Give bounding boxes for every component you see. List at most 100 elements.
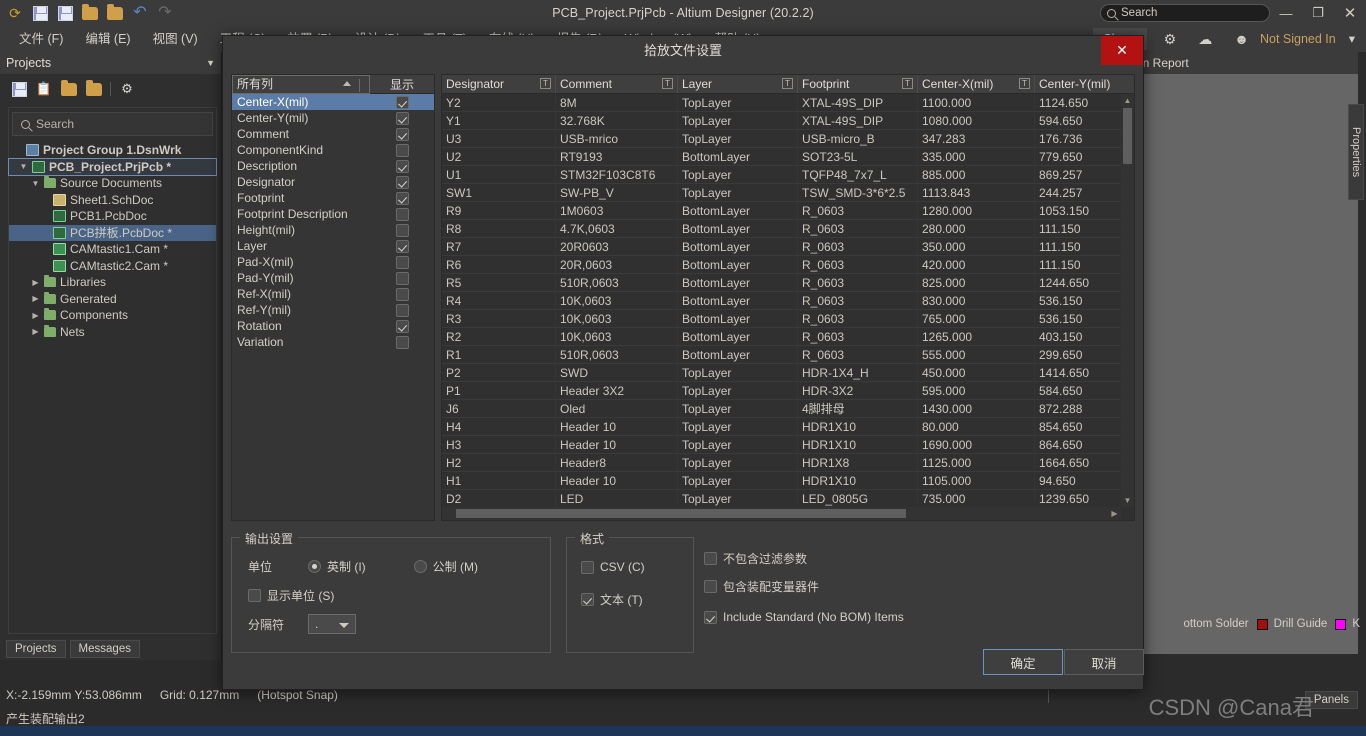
column-show-checkbox[interactable] [395,175,409,189]
column-show-checkbox[interactable] [395,127,409,141]
grid-row[interactable]: D2 LED TopLayer LED_0805G 735.000 1239.650 [442,490,1121,507]
layer-tab-drill-guide[interactable]: Drill Guide [1256,618,1327,630]
menu-view[interactable]: 视图 (V) [142,26,209,52]
include-variant-components-checkbox[interactable] [704,580,717,593]
grid-row[interactable]: R5 510R,0603 BottomLayer R_0603 825.000 1244.… [442,274,1121,292]
column-show-checkbox[interactable] [395,319,409,333]
undo-icon[interactable]: ↶ [129,2,151,24]
grid-row[interactable]: R3 10K,0603 BottomLayer R_0603 765.000 536.15… [442,310,1121,328]
format-csv-checkbox[interactable] [581,560,594,574]
grid-row[interactable]: H3 Header 10 TopLayer HDR1X10 1690.000 864.65… [442,436,1121,454]
open-recent-icon[interactable]: ⟳ [4,2,26,24]
column-row-pad-y[interactable]: Pad-Y(mil) [232,270,434,286]
column-row-footprint[interactable]: Footprint [232,190,434,206]
column-row-componentkind[interactable]: ComponentKind [232,142,434,158]
column-show-checkbox[interactable] [395,287,409,301]
column-show-checkbox[interactable] [395,271,409,285]
column-show-checkbox[interactable] [395,159,409,173]
save-icon[interactable] [10,80,28,98]
project-options-icon[interactable] [85,79,103,98]
grid-row[interactable]: Y2 8M TopLayer XTAL-49S_DIP 1100.000 1124.650 [442,94,1121,112]
column-row-center-x[interactable]: Center-X(mil) [232,94,434,110]
grid-row[interactable]: R4 10K,0603 BottomLayer R_0603 830.000 536.15… [442,292,1121,310]
filter-icon[interactable]: T [782,78,793,89]
tree-item-source-documents[interactable]: ▼ Source Documents [9,175,216,192]
twisty-icon[interactable]: ▶ [31,294,40,303]
grid-column-header[interactable]: Center-Y(mil) [1035,75,1134,93]
tree-item-generated[interactable]: ▶ Generated [9,291,216,308]
column-row-layer[interactable]: Layer [232,238,434,254]
tab-projects[interactable]: Projects [6,640,66,658]
column-row-designator[interactable]: Designator [232,174,434,190]
tree-item-components[interactable]: ▶ Components [9,307,216,324]
save-icon[interactable] [29,2,51,24]
grid-row[interactable]: H1 Header 10 TopLayer HDR1X10 1105.000 94.650 [442,472,1121,490]
grid-row[interactable]: J6 Oled TopLayer 4脚排母 1430.000 872.288 [442,400,1121,418]
account-label[interactable]: Not Signed In [1260,26,1347,52]
column-row-ref-x[interactable]: Ref-X(mil) [232,286,434,302]
copy-icon[interactable]: 📋 [35,80,53,98]
tree-item-pcb-panel-pcbdoc[interactable]: PCB拼板.PcbDoc * [9,224,216,241]
filter-icon[interactable]: T [1019,78,1030,89]
tree-item-libraries[interactable]: ▶ Libraries [9,274,216,291]
grid-horizontal-scrollbar[interactable]: ▶ [442,507,1121,520]
include-variant-components-row[interactable]: 包含装配变量器件 [704,571,904,602]
tree-item-nets[interactable]: ▶ Nets [9,324,216,341]
column-show-checkbox[interactable] [395,255,409,269]
vertical-scroll-thumb[interactable] [1123,108,1132,164]
unit-imperial-radio[interactable] [308,560,321,573]
column-show-checkbox[interactable] [395,111,409,125]
twisty-icon[interactable]: ▶ [31,278,40,287]
scroll-up-icon[interactable]: ▲ [1121,94,1134,107]
tree-item-camtastic2[interactable]: CAMtastic2.Cam * [9,258,216,275]
twisty-icon[interactable]: ▶ [31,327,40,336]
layer-tab-bottom-solder[interactable]: ottom Solder [1183,618,1248,630]
scroll-down-icon[interactable]: ▼ [1121,494,1134,507]
column-row-height[interactable]: Height(mil) [232,222,434,238]
sort-ascending-icon[interactable] [343,80,351,86]
grid-row[interactable]: R6 20R,0603 BottomLayer R_0603 420.000 111.15… [442,256,1121,274]
grid-row[interactable]: R1 510R,0603 BottomLayer R_0603 555.000 299.6… [442,346,1121,364]
column-row-description[interactable]: Description [232,158,434,174]
grid-column-header[interactable]: Comment T [556,75,678,93]
tab-messages[interactable]: Messages [69,640,140,658]
column-row-variation[interactable]: Variation [232,334,434,350]
open-folder-icon[interactable] [79,2,101,24]
grid-row[interactable]: U1 STM32F103C8T6 TopLayer TQFP48_7x7_L 885.0… [442,166,1121,184]
column-row-ref-y[interactable]: Ref-Y(mil) [232,302,434,318]
grid-row[interactable]: R9 1M0603 BottomLayer R_0603 1280.000 1053.15… [442,202,1121,220]
column-show-checkbox[interactable] [395,95,409,109]
filter-icon[interactable]: T [902,78,913,89]
grid-row[interactable]: H2 Header8 TopLayer HDR1X8 1125.000 1664.650 [442,454,1121,472]
scroll-right-icon[interactable]: ▶ [1108,507,1121,520]
column-show-checkbox[interactable] [395,303,409,317]
open-project-icon[interactable] [60,79,78,98]
tree-item-camtastic1[interactable]: CAMtastic1.Cam * [9,241,216,258]
dialog-close-button[interactable]: ✕ [1101,36,1143,65]
grid-row[interactable]: R7 20R0603 BottomLayer R_0603 350.000 111.150 [442,238,1121,256]
separator-select[interactable]: . [308,614,356,634]
grid-vertical-scrollbar[interactable]: ▲ ▼ [1121,94,1134,507]
grid-row[interactable]: SW1 SW-PB_V TopLayer TSW_SMD-3*6*2.5 1113.84… [442,184,1121,202]
grid-column-header[interactable]: Designator T [442,75,556,93]
grid-row[interactable]: H4 Header 10 TopLayer HDR1X10 80.000 854.650 [442,418,1121,436]
chevron-down-icon[interactable]: ▼ [206,58,215,68]
properties-panel-tab[interactable]: Properties [1348,104,1364,200]
minimize-button[interactable]: — [1270,0,1302,26]
filter-icon[interactable]: T [540,78,551,89]
column-row-rotation[interactable]: Rotation [232,318,434,334]
menu-file[interactable]: 文件 (F) [8,26,74,52]
unit-imperial-radio-wrap[interactable]: 英制 (I) [308,558,366,575]
grid-column-header[interactable]: Layer T [678,75,798,93]
filter-icon[interactable]: T [662,78,673,89]
twisty-icon[interactable]: ▼ [19,162,28,171]
column-header-all-columns[interactable]: 所有列 [232,74,370,94]
grid-row[interactable]: U2 RT9193 BottomLayer SOT23-5L 335.000 779.65… [442,148,1121,166]
tree-item-pcb-project[interactable]: ▼ PCB_Project.PrjPcb * [8,157,217,176]
unit-metric-radio-wrap[interactable]: 公制 (M) [413,558,478,575]
global-search-box[interactable]: Search [1100,4,1270,22]
close-button[interactable]: ✕ [1334,0,1366,26]
account-chevron-down-icon[interactable]: ▾ [1347,26,1366,52]
column-row-center-y[interactable]: Center-Y(mil) [232,110,434,126]
grid-column-header[interactable]: Center-X(mil) T [918,75,1035,93]
